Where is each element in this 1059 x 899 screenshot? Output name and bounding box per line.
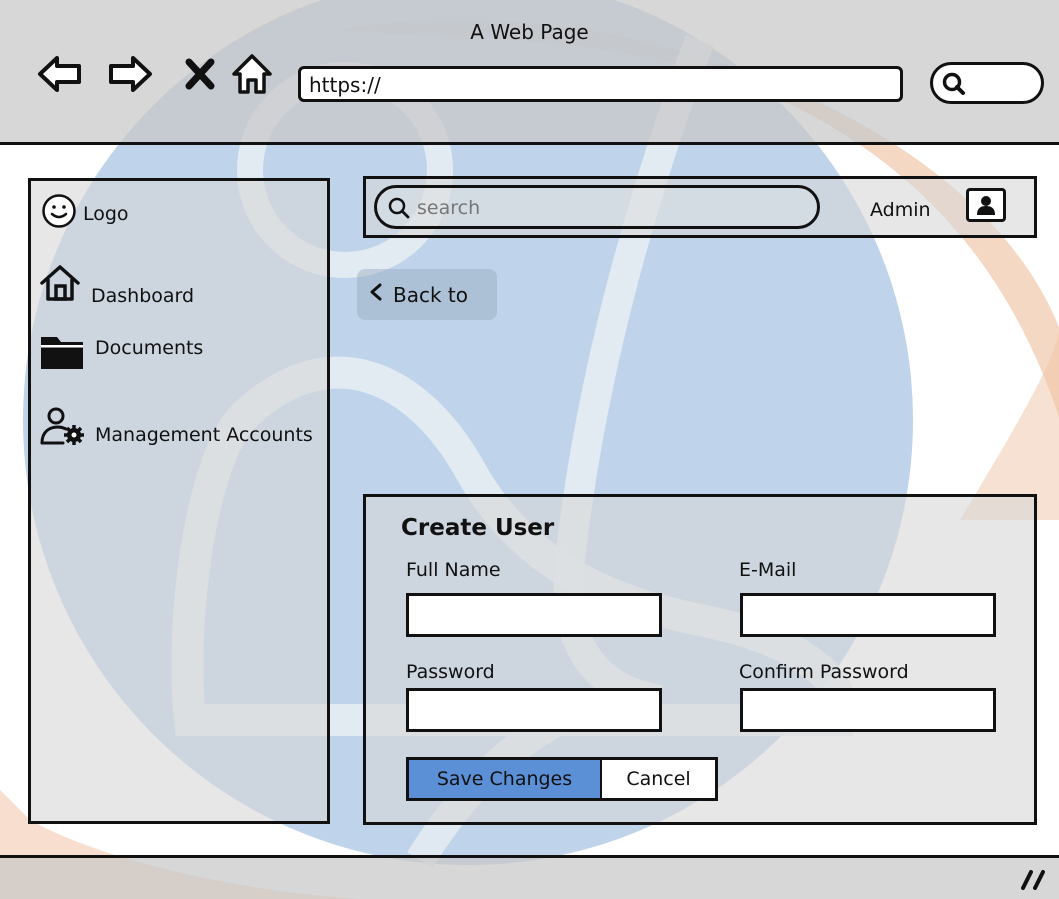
sidebar-item-label: Management Accounts (95, 423, 313, 446)
forward-arrow-icon[interactable] (106, 50, 154, 98)
create-user-form: Create User Full Name E-Mail Password Co… (363, 494, 1037, 825)
back-arrow-icon[interactable] (36, 50, 84, 98)
browser-search-button[interactable] (930, 62, 1044, 104)
sidebar-item-dashboard[interactable]: Dashboard (39, 263, 194, 308)
cancel-button[interactable]: Cancel (602, 760, 715, 798)
sidebar-item-label: Dashboard (91, 284, 195, 307)
browser-window: A Web Page https:// Logo Dashboard Docum… (0, 0, 1059, 899)
user-avatar-icon[interactable] (966, 188, 1006, 222)
full-name-field[interactable] (406, 593, 662, 637)
home-icon (39, 263, 81, 308)
form-title: Create User (401, 515, 555, 541)
folder-icon (39, 331, 85, 376)
email-field[interactable] (740, 593, 996, 637)
close-icon[interactable] (176, 50, 224, 98)
search-icon (387, 196, 411, 224)
confirm-password-field[interactable] (740, 688, 996, 732)
sidebar: Logo Dashboard Documents Management Acco… (28, 178, 330, 824)
search-box[interactable] (374, 185, 820, 229)
home-icon[interactable] (228, 50, 276, 98)
resize-grip-icon[interactable] (1019, 868, 1049, 896)
back-button-label: Back to (393, 282, 468, 307)
confirm-password-label: Confirm Password (739, 661, 909, 683)
user-gear-icon (39, 405, 85, 452)
window-title: A Web Page (470, 20, 589, 44)
user-name: Admin (870, 199, 931, 221)
back-button[interactable]: Back to (357, 269, 497, 320)
browser-toolbar: A Web Page https:// (0, 0, 1059, 145)
save-changes-button[interactable]: Save Changes (409, 760, 602, 798)
search-input[interactable] (415, 192, 799, 224)
full-name-label: Full Name (406, 559, 501, 581)
sidebar-item-documents[interactable]: Documents (39, 331, 203, 376)
smiley-logo-icon (41, 193, 77, 234)
chevron-left-icon (367, 282, 385, 307)
sidebar-item-management-accounts[interactable]: Management Accounts (39, 405, 313, 452)
password-label: Password (406, 661, 495, 683)
status-bar (0, 855, 1059, 899)
sidebar-item-label: Documents (95, 336, 204, 359)
password-field[interactable] (406, 688, 662, 732)
logo-label: Logo (83, 202, 129, 225)
email-label: E-Mail (739, 559, 797, 581)
logo[interactable]: Logo (41, 193, 129, 234)
form-actions: Save Changes Cancel (406, 757, 718, 801)
url-bar[interactable]: https:// (298, 66, 903, 102)
search-icon (941, 71, 967, 101)
top-header: Admin (363, 176, 1037, 238)
